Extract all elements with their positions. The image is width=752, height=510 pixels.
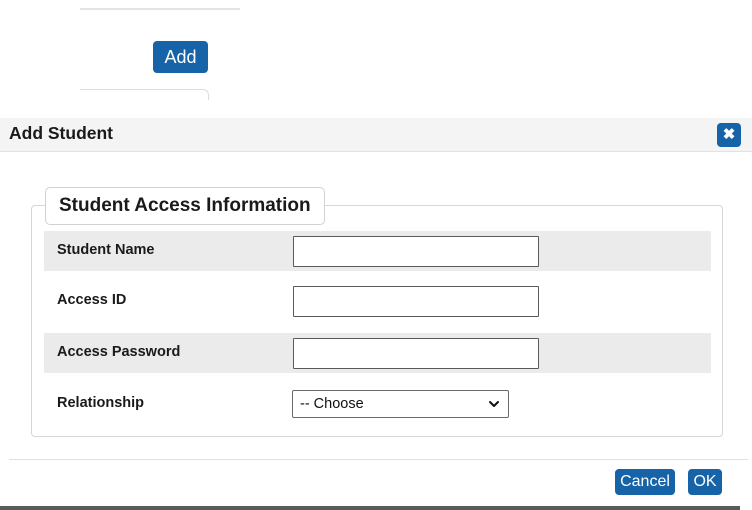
- access-password-label: Access Password: [57, 344, 181, 360]
- close-icon: ✖: [722, 126, 736, 143]
- student-name-row: Student Name: [44, 231, 711, 271]
- chevron-down-icon: [489, 401, 499, 407]
- access-password-row: Access Password: [44, 333, 711, 373]
- student-name-input[interactable]: [293, 236, 539, 267]
- fieldset-legend: Student Access Information: [45, 187, 325, 225]
- background-add-button[interactable]: Add: [153, 41, 208, 73]
- background-divider: [80, 8, 240, 10]
- relationship-selected-value: -- Choose: [300, 396, 364, 412]
- footer-divider: [9, 459, 748, 460]
- access-id-input[interactable]: [293, 286, 539, 317]
- dialog-title: Add Student: [9, 123, 114, 143]
- access-id-row: Access ID: [44, 281, 711, 321]
- ok-button[interactable]: OK: [688, 469, 722, 495]
- relationship-row: Relationship -- Choose: [44, 384, 711, 424]
- student-name-label: Student Name: [57, 242, 155, 258]
- dialog-header: Add Student ✖: [0, 118, 752, 152]
- background-panel-edge: [80, 89, 209, 100]
- access-id-label: Access ID: [57, 292, 127, 308]
- access-password-input[interactable]: [293, 338, 539, 369]
- relationship-label: Relationship: [57, 395, 145, 411]
- relationship-select[interactable]: -- Choose: [292, 390, 509, 418]
- close-button[interactable]: ✖: [717, 123, 741, 147]
- add-student-dialog: Add Student ✖ Student Access Information…: [0, 118, 752, 510]
- cancel-button[interactable]: Cancel: [615, 469, 675, 495]
- dialog-bottom-shadow: [0, 506, 740, 510]
